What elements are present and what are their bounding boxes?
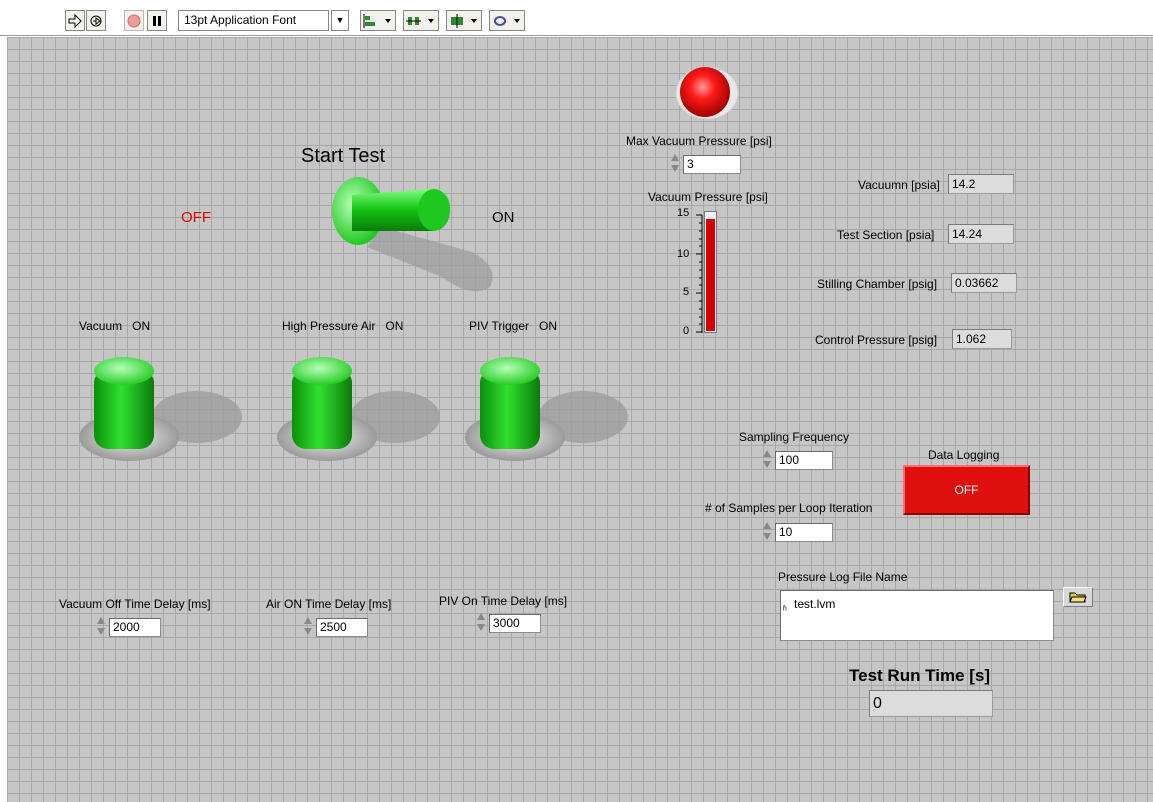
log-file-path-text: test.lvm [794, 597, 836, 611]
resize-icon[interactable] [446, 10, 482, 31]
bar-tick-label: 10 [677, 248, 690, 260]
piv-on-delay-spinner-icon[interactable] [475, 610, 487, 634]
samples-per-loop-label: # of Samples per Loop Iteration [705, 501, 873, 515]
data-logging-label: Data Logging [928, 448, 1000, 462]
log-file-path-field[interactable]: ʱ test.lvm [780, 590, 1054, 641]
align-icon[interactable] [360, 10, 396, 31]
abort-icon[interactable] [124, 10, 144, 31]
vacuum-pressure-bar-label: Vacuum Pressure [psi] [648, 190, 768, 204]
readout-label-vacuumn: Vacuumn [psia] [858, 178, 940, 192]
vacuum-button[interactable] [77, 349, 247, 469]
readout-value-vacuumn: 14.2 [948, 174, 1014, 194]
max-vacuum-pressure-label: Max Vacuum Pressure [psi] [626, 134, 772, 148]
start-test-off-text: OFF [181, 209, 211, 226]
readout-label-control-pressure: Control Pressure [psig] [815, 333, 938, 347]
readout-value-stilling-chamber: 0.03662 [951, 273, 1017, 293]
air-on-delay-label: Air ON Time Delay [ms] [266, 597, 392, 611]
bar-scale [696, 214, 703, 333]
high-pressure-air-label: High Pressure Air ON [282, 319, 404, 333]
distribute-icon[interactable] [403, 10, 439, 31]
readout-value-control-pressure: 1.062 [952, 329, 1012, 349]
max-vacuum-pressure-input[interactable]: 3 [683, 155, 741, 174]
samples-per-loop-spinner-icon[interactable] [761, 519, 773, 543]
readout-label-test-section: Test Section [psia] [837, 228, 935, 242]
vacuum-off-delay-spinner-icon[interactable] [95, 614, 107, 638]
max-vacuum-pressure-spinner-icon[interactable] [669, 151, 681, 175]
piv-on-delay-input[interactable]: 3000 [489, 614, 541, 633]
run-arrow-icon[interactable] [65, 10, 85, 31]
path-resize-handle-icon: ʱ [783, 605, 787, 616]
vacuum-pressure-bar: 15 10 5 0 [677, 207, 703, 337]
toolbar: 13pt Application Font ▼ [0, 0, 1153, 36]
sampling-frequency-input[interactable]: 100 [775, 451, 833, 470]
font-ring[interactable]: 13pt Application Font [178, 10, 329, 31]
piv-trigger-button[interactable] [463, 349, 633, 469]
pause-icon[interactable] [147, 10, 167, 31]
vacuum-label: Vacuum ON [79, 319, 151, 333]
test-run-time-label: Test Run Time [s] [849, 666, 991, 685]
piv-on-delay-label: PIV On Time Delay [ms] [439, 594, 568, 608]
readout-value-test-section: 14.24 [948, 224, 1014, 244]
front-panel: Start Test OFF ON Vacuum ON High Pressur… [7, 37, 1153, 802]
run-continuously-icon[interactable] [86, 10, 106, 31]
bar-tick-label: 0 [683, 325, 690, 337]
readout-label-stilling-chamber: Stilling Chamber [psig] [817, 277, 938, 291]
start-test-label: Start Test [301, 145, 386, 167]
vacuum-off-delay-input[interactable]: 2000 [109, 618, 161, 637]
start-test-toggle-switch[interactable] [322, 167, 502, 297]
high-pressure-air-button[interactable] [275, 349, 445, 469]
log-file-label: Pressure Log File Name [778, 570, 908, 584]
air-on-delay-spinner-icon[interactable] [302, 614, 314, 638]
font-dropdown-arrow-icon[interactable]: ▼ [331, 10, 349, 31]
test-run-time-value: 0 [869, 690, 993, 717]
vacuum-pressure-bar-fill [706, 219, 715, 331]
samples-per-loop-input[interactable]: 10 [775, 523, 833, 542]
reorder-icon[interactable] [489, 10, 525, 31]
sampling-frequency-spinner-icon[interactable] [761, 447, 773, 471]
vacuum-off-delay-label: Vacuum Off Time Delay [ms] [59, 597, 211, 611]
toolbar-divider [0, 35, 1153, 36]
sampling-frequency-label: Sampling Frequency [739, 430, 850, 444]
bar-tick-label: 5 [683, 286, 690, 298]
bar-tick-label: 15 [677, 207, 690, 219]
data-logging-button[interactable]: OFF [903, 465, 1030, 515]
vacuum-pressure-bar-track [704, 211, 717, 333]
air-on-delay-input[interactable]: 2500 [316, 618, 368, 637]
browse-folder-icon[interactable] [1063, 587, 1093, 607]
piv-trigger-label: PIV Trigger ON [469, 319, 558, 333]
alarm-led [675, 66, 739, 119]
